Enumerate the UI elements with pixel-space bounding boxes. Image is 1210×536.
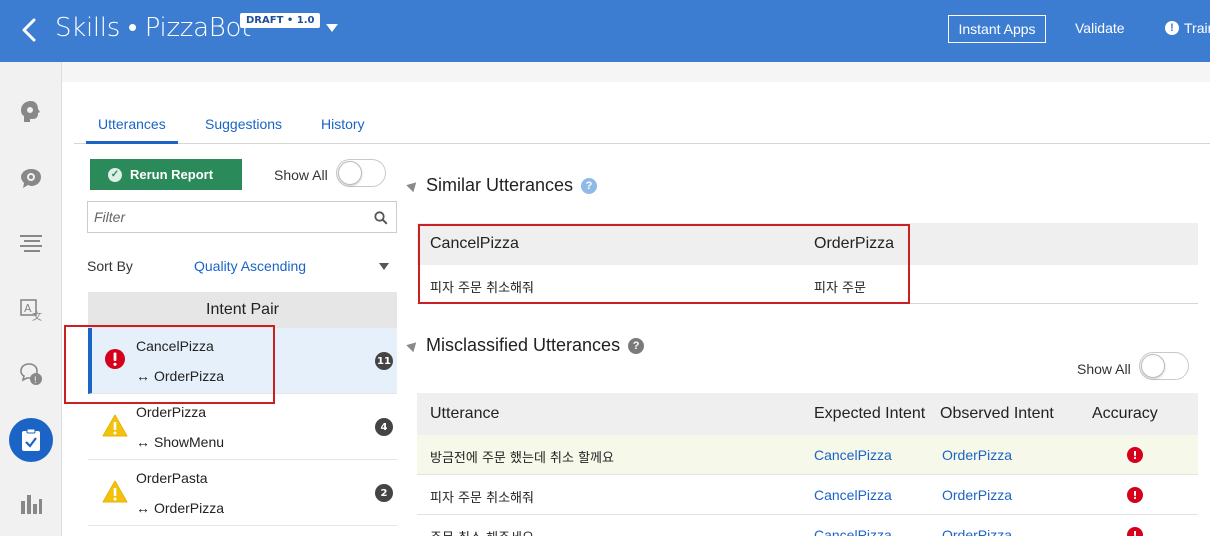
intent-pair-row[interactable]: OrderPasta ↔ OrderPizza 2 xyxy=(88,460,397,526)
similar-utterances-title: Similar Utterances xyxy=(426,175,574,195)
column-header-accuracy: Accuracy xyxy=(1092,405,1158,422)
check-circle-icon: ✓ xyxy=(108,167,122,182)
train-button[interactable]: ! Train xyxy=(1165,20,1210,36)
pair-count-badge: 4 xyxy=(375,418,393,436)
help-icon[interactable]: ? xyxy=(581,177,598,194)
tab-suggestions[interactable]: Suggestions xyxy=(193,114,294,144)
help-icon[interactable]: ? xyxy=(628,337,645,354)
chevron-down-icon[interactable] xyxy=(326,24,338,32)
app-header: Skills • PizzaBot DRAFT • 1.0 Instant Ap… xyxy=(0,0,1210,62)
error-icon: ! xyxy=(1127,527,1143,536)
tab-bar: Utterances Suggestions History xyxy=(74,114,1210,144)
quality-report-icon[interactable] xyxy=(9,418,53,462)
utterance-text: 주문 취소 해주세요 xyxy=(430,527,534,536)
sort-by-select[interactable]: Quality Ascending xyxy=(194,258,306,274)
insights-icon[interactable] xyxy=(9,482,53,526)
observed-intent-link[interactable]: OrderPizza xyxy=(942,527,1012,536)
filter-input[interactable] xyxy=(88,202,358,232)
column-header-utterance: Utterance xyxy=(430,405,500,422)
similar-utterances-heading: Similar Utterances ? xyxy=(406,175,598,196)
svg-text:文: 文 xyxy=(32,310,42,323)
misclassified-row: 주문 취소 해주세요 CancelPizza OrderPizza ! xyxy=(417,515,1198,536)
filter-field xyxy=(87,201,397,233)
misclassified-table-header: Utterance Expected Intent Observed Inten… xyxy=(417,393,1198,435)
expected-intent-link[interactable]: CancelPizza xyxy=(814,527,892,536)
instant-apps-button[interactable]: Instant Apps xyxy=(948,15,1046,43)
intents-icon[interactable] xyxy=(9,90,53,134)
highlight-box xyxy=(418,224,910,304)
quality-panel: Utterances Suggestions History ✓ Rerun R… xyxy=(62,82,1210,536)
warning-icon xyxy=(102,480,128,508)
show-all-label: Show All xyxy=(274,167,328,183)
error-icon: ! xyxy=(1127,447,1143,463)
pair-count-badge: 2 xyxy=(375,484,393,502)
validate-button[interactable]: Validate xyxy=(1075,20,1125,36)
pair-second: ↔ OrderPizza xyxy=(136,500,224,516)
version-badge: DRAFT • 1.0 xyxy=(240,13,321,28)
pair-count-badge: 11 xyxy=(375,352,393,370)
svg-text:A: A xyxy=(24,302,32,315)
swap-arrows-icon: ↔ xyxy=(136,434,150,450)
column-header-observed: Observed Intent xyxy=(940,405,1054,422)
side-nav: A文 ! xyxy=(0,62,62,536)
swap-arrows-icon: ↔ xyxy=(136,500,150,516)
rerun-report-label: Rerun Report xyxy=(130,167,214,182)
svg-text:!: ! xyxy=(34,376,38,386)
misclassified-utterances-heading: Misclassified Utterances ? xyxy=(406,335,645,356)
pair-second-intent: ShowMenu xyxy=(154,434,225,450)
toggle-knob xyxy=(338,161,362,185)
tab-history[interactable]: History xyxy=(309,114,377,144)
search-icon[interactable] xyxy=(374,210,388,229)
intent-pair-header: Intent Pair xyxy=(88,292,397,328)
utterance-text: 방금전에 주문 했는데 취소 할께요 xyxy=(430,451,614,466)
back-icon[interactable] xyxy=(18,14,40,46)
error-icon: ! xyxy=(1127,487,1143,503)
misclassified-utterances-title: Misclassified Utterances xyxy=(426,335,621,355)
pair-first-intent: OrderPizza xyxy=(136,404,207,420)
rerun-report-button[interactable]: ✓ Rerun Report xyxy=(90,159,242,190)
show-all-label: Show All xyxy=(1077,361,1131,377)
sort-by-label: Sort By xyxy=(87,258,133,274)
collapse-icon[interactable] xyxy=(406,338,420,353)
column-header-expected: Expected Intent xyxy=(814,405,926,422)
warning-icon xyxy=(102,414,128,442)
pair-first-intent: OrderPasta xyxy=(136,470,208,486)
show-all-toggle[interactable] xyxy=(336,159,386,187)
expected-intent-link[interactable]: CancelPizza xyxy=(814,487,892,503)
train-label: Train xyxy=(1184,20,1210,36)
alert-icon: ! xyxy=(1165,21,1179,35)
resource-bundles-icon[interactable]: A文 xyxy=(9,288,53,332)
flows-icon[interactable] xyxy=(9,222,53,266)
toggle-knob xyxy=(1141,354,1165,378)
show-all-toggle[interactable] xyxy=(1139,352,1189,380)
collapse-icon[interactable] xyxy=(406,178,420,193)
tab-utterances[interactable]: Utterances xyxy=(86,114,178,144)
entities-icon[interactable] xyxy=(9,157,53,201)
observed-intent-link[interactable]: OrderPizza xyxy=(942,487,1012,503)
chevron-down-icon[interactable] xyxy=(379,263,389,270)
misclassified-row: 방금전에 주문 했는데 취소 할께요 CancelPizza OrderPizz… xyxy=(417,435,1198,475)
pair-second: ↔ ShowMenu xyxy=(136,434,224,450)
utterance-text: 피자 주문 취소해줘 xyxy=(430,491,534,506)
observed-intent-link[interactable]: OrderPizza xyxy=(942,447,1012,463)
misclassified-row: 피자 주문 취소해줘 CancelPizza OrderPizza ! xyxy=(417,475,1198,515)
pair-second-intent: OrderPizza xyxy=(154,500,225,516)
qna-icon[interactable]: ! xyxy=(9,352,53,396)
expected-intent-link[interactable]: CancelPizza xyxy=(814,447,892,463)
highlight-box xyxy=(64,325,275,404)
page-title: Skills • PizzaBot xyxy=(55,13,251,43)
